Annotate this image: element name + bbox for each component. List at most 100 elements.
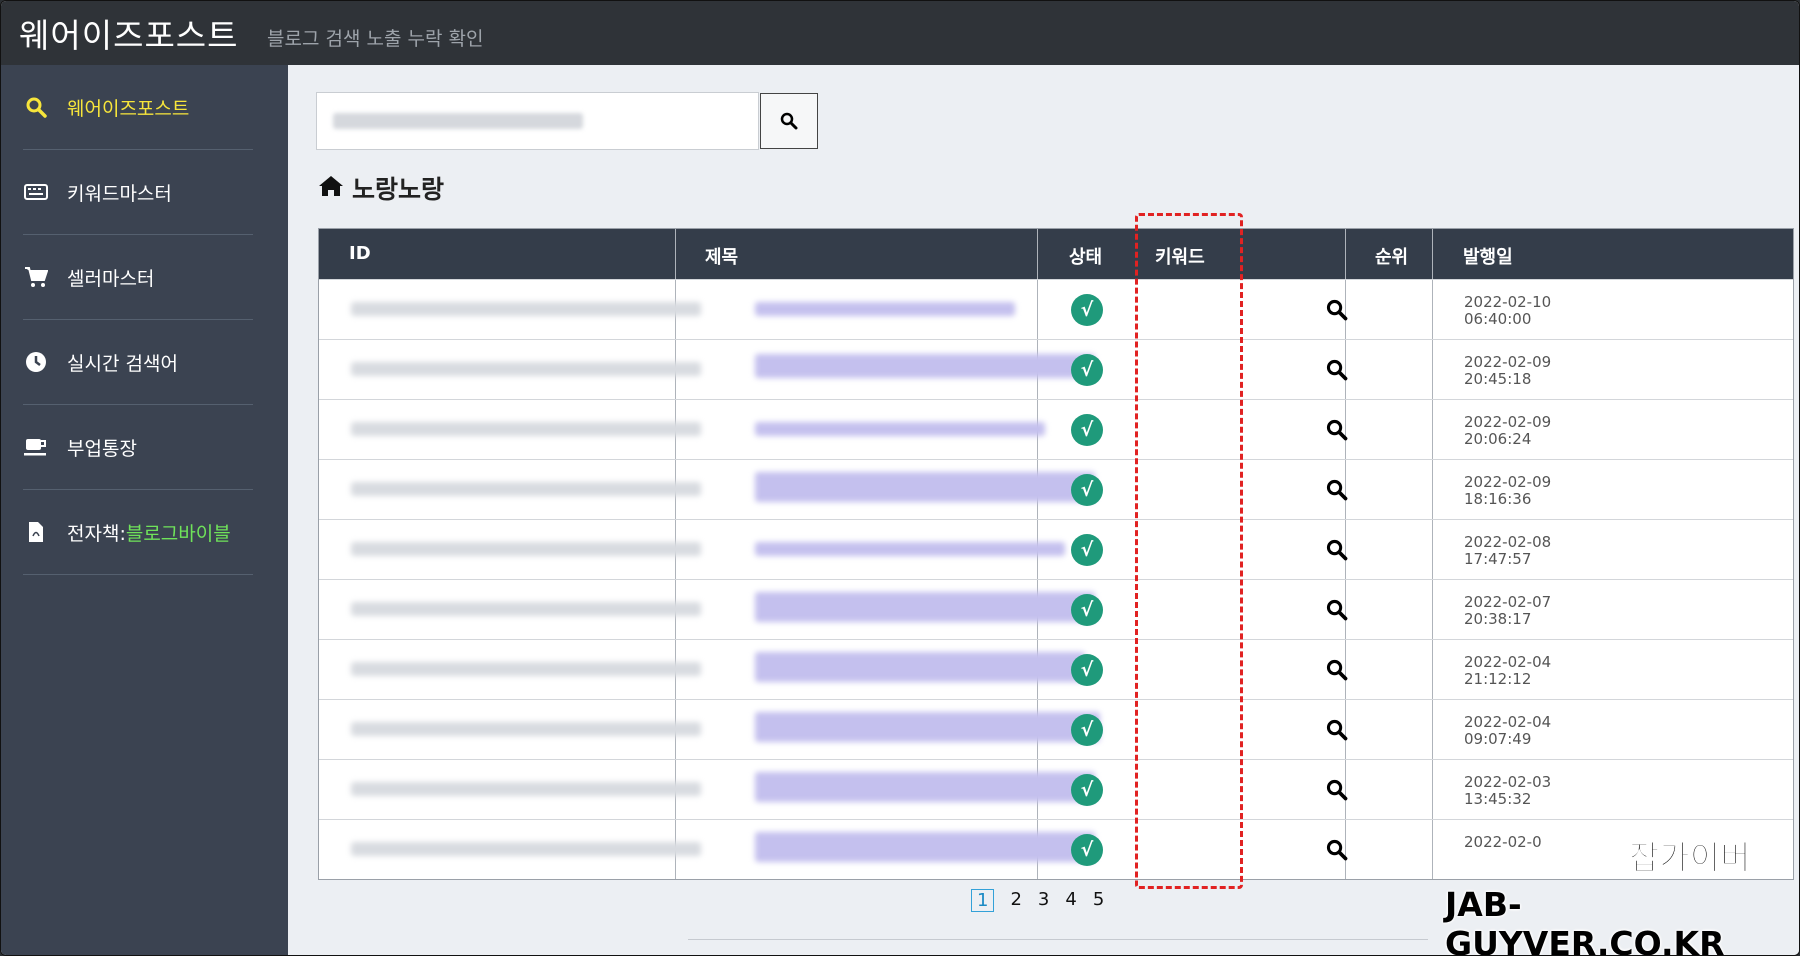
table-row[interactable]: √ 2022-02-0 <box>319 819 1793 880</box>
id-cell-redacted <box>351 422 701 436</box>
title-link-redacted[interactable] <box>755 652 1085 682</box>
time-text: 06:40:00 <box>1464 310 1532 328</box>
keyword-search-icon[interactable] <box>1326 719 1348 741</box>
time-text: 20:06:24 <box>1464 430 1532 448</box>
column-header-title[interactable]: 제목 <box>705 243 738 269</box>
table-header: ID 제목 상태 키워드 순위 발행일 <box>319 229 1793 279</box>
publish-date: 2022-02-09 20:45:18 <box>1464 354 1551 388</box>
title-link-redacted[interactable] <box>755 832 1095 862</box>
table-row[interactable]: √ 2022-02-10 06:40:00 <box>319 279 1793 340</box>
search-button[interactable] <box>760 93 818 149</box>
date-text: 2022-02-0 <box>1464 833 1542 851</box>
search-icon <box>780 112 798 130</box>
table-row[interactable]: √ 2022-02-04 09:07:49 <box>319 699 1793 760</box>
watermark-title: 잡가이버 <box>1628 838 1751 878</box>
publish-date: 2022-02-07 20:38:17 <box>1464 594 1551 628</box>
title-link-redacted[interactable] <box>755 772 1095 802</box>
date-text: 2022-02-09 <box>1464 353 1552 371</box>
search-input-redacted <box>333 113 583 129</box>
table-row[interactable]: √ 2022-02-07 20:38:17 <box>319 579 1793 640</box>
sidebar-item-label: 전자책: <box>67 522 126 545</box>
keyword-search-icon[interactable] <box>1326 779 1348 801</box>
table-row[interactable]: √ 2022-02-04 21:12:12 <box>319 639 1793 700</box>
sidebar-item-keywordmaster[interactable]: 키워드마스터 <box>23 150 253 235</box>
footer-divider <box>688 939 1428 940</box>
brand-title[interactable]: 웨어이즈포스트 <box>19 9 239 57</box>
title-link-redacted[interactable] <box>755 592 1095 622</box>
date-text: 2022-02-04 <box>1464 713 1552 731</box>
coffee-icon <box>23 434 49 460</box>
keyword-search-icon[interactable] <box>1326 419 1348 441</box>
publish-date: 2022-02-03 13:45:32 <box>1464 774 1551 808</box>
keyboard-icon <box>23 179 49 205</box>
keyword-search-icon[interactable] <box>1326 659 1348 681</box>
main-content: 노랑노랑 ID 제목 상태 키워드 순위 발행일 √ 2022-02-10 06:… <box>288 65 1799 955</box>
clock-icon <box>23 349 49 375</box>
table-row[interactable]: √ 2022-02-03 13:45:32 <box>319 759 1793 820</box>
publish-date: 2022-02-10 06:40:00 <box>1464 294 1551 328</box>
sidebar-item-sellermaster[interactable]: 셀러마스터 <box>23 235 253 320</box>
search-input[interactable] <box>316 92 818 150</box>
time-text: 17:47:57 <box>1464 550 1532 568</box>
sidebar-item-label: 키워드마스터 <box>67 182 172 205</box>
sidebar-item-whereispost[interactable]: 웨어이즈포스트 <box>23 65 253 150</box>
sidebar-item-label-highlight: 블로그바이블 <box>125 522 231 545</box>
status-check-badge: √ <box>1071 774 1103 806</box>
date-text: 2022-02-09 <box>1464 413 1552 431</box>
keyword-search-icon[interactable] <box>1326 539 1348 561</box>
page-link[interactable]: 4 <box>1065 889 1076 912</box>
publish-date: 2022-02-04 09:07:49 <box>1464 714 1551 748</box>
keyword-search-icon[interactable] <box>1326 299 1348 321</box>
time-text: 09:07:49 <box>1464 730 1532 748</box>
keyword-search-icon[interactable] <box>1326 359 1348 381</box>
page-link-current[interactable]: 1 <box>971 889 995 912</box>
column-header-status[interactable]: 상태 <box>1069 243 1102 269</box>
app-window: 웨어이즈포스트 블로그 검색 노출 누락 확인 웨어이즈포스트 키워드마스터 셀… <box>0 0 1800 956</box>
status-check-badge: √ <box>1071 354 1103 386</box>
date-text: 2022-02-09 <box>1464 473 1552 491</box>
status-check-badge: √ <box>1071 294 1103 326</box>
publish-date: 2022-02-08 17:47:57 <box>1464 534 1551 568</box>
title-link-redacted[interactable] <box>755 712 1100 742</box>
table-row[interactable]: √ 2022-02-08 17:47:57 <box>319 519 1793 580</box>
pdf-file-icon <box>23 519 49 545</box>
column-header-date[interactable]: 발행일 <box>1463 243 1513 269</box>
table-row[interactable]: √ 2022-02-09 20:45:18 <box>319 339 1793 400</box>
cart-icon <box>23 264 49 290</box>
page-link[interactable]: 5 <box>1093 889 1104 912</box>
title-link-redacted[interactable] <box>755 472 1095 502</box>
keyword-search-icon[interactable] <box>1326 479 1348 501</box>
table-row[interactable]: √ 2022-02-09 20:06:24 <box>319 399 1793 460</box>
time-text: 21:12:12 <box>1464 670 1532 688</box>
status-check-badge: √ <box>1071 714 1103 746</box>
keyword-search-icon[interactable] <box>1326 599 1348 621</box>
keyword-search-icon[interactable] <box>1326 839 1348 861</box>
title-link-redacted[interactable] <box>755 302 1015 316</box>
posts-table: ID 제목 상태 키워드 순위 발행일 √ 2022-02-10 06:40:00 <box>318 228 1794 880</box>
column-header-rank[interactable]: 순위 <box>1375 243 1408 269</box>
sidebar-item-label: 웨어이즈포스트 <box>67 97 190 120</box>
status-check-badge: √ <box>1071 474 1103 506</box>
id-cell-redacted <box>351 662 701 676</box>
title-link-redacted[interactable] <box>755 422 1045 436</box>
page-link[interactable]: 2 <box>1010 889 1021 912</box>
sidebar-item-side-job[interactable]: 부업통장 <box>23 405 253 490</box>
time-text: 20:45:18 <box>1464 370 1532 388</box>
title-link-redacted[interactable] <box>755 542 1065 556</box>
publish-date: 2022-02-04 21:12:12 <box>1464 654 1551 688</box>
sidebar: 웨어이즈포스트 키워드마스터 셀러마스터 실시간 검색어 부업통장 전자책: 블… <box>1 65 288 955</box>
brand-subtitle: 블로그 검색 노출 누락 확인 <box>267 28 484 50</box>
status-check-badge: √ <box>1071 654 1103 686</box>
publish-date: 2022-02-09 18:16:36 <box>1464 474 1551 508</box>
title-link-redacted[interactable] <box>755 354 1095 378</box>
sidebar-item-label: 셀러마스터 <box>67 267 155 290</box>
time-text: 18:16:36 <box>1464 490 1532 508</box>
column-header-id[interactable]: ID <box>349 243 371 264</box>
time-text: 20:38:17 <box>1464 610 1532 628</box>
status-check-badge: √ <box>1071 414 1103 446</box>
sidebar-item-ebook[interactable]: 전자책: 블로그바이블 <box>23 490 253 575</box>
sidebar-item-realtime-search[interactable]: 실시간 검색어 <box>23 320 253 405</box>
page-link[interactable]: 3 <box>1038 889 1049 912</box>
publish-date: 2022-02-09 20:06:24 <box>1464 414 1551 448</box>
table-row[interactable]: √ 2022-02-09 18:16:36 <box>319 459 1793 520</box>
